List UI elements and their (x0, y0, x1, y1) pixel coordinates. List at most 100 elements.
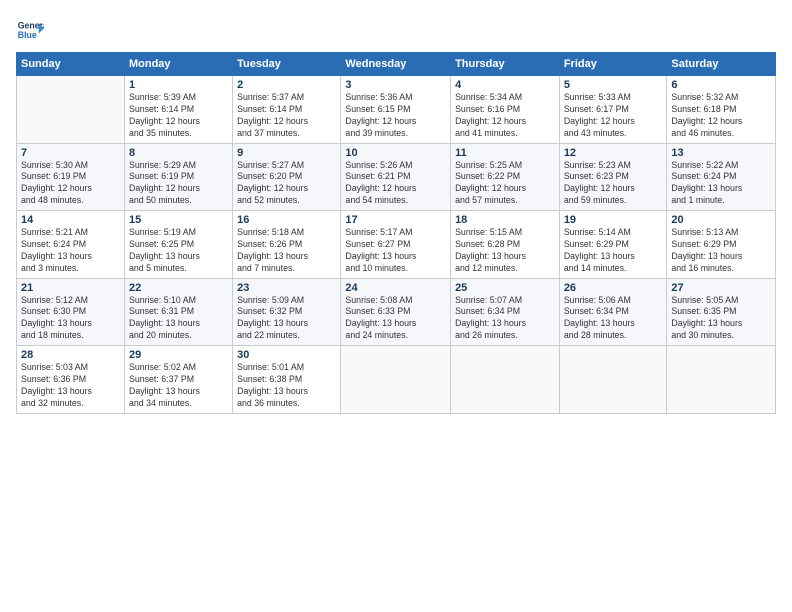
day-number: 16 (237, 214, 336, 226)
day-number: 18 (455, 214, 555, 226)
calendar-cell: 2Sunrise: 5:37 AM Sunset: 6:14 PM Daylig… (233, 76, 341, 144)
day-number: 9 (237, 147, 336, 159)
day-number: 6 (671, 79, 771, 91)
calendar-cell (559, 346, 667, 414)
calendar-week-2: 7Sunrise: 5:30 AM Sunset: 6:19 PM Daylig… (17, 143, 776, 211)
day-number: 2 (237, 79, 336, 91)
logo: General Blue (16, 16, 48, 44)
calendar-week-5: 28Sunrise: 5:03 AM Sunset: 6:36 PM Dayli… (17, 346, 776, 414)
day-number: 28 (21, 349, 120, 361)
day-number: 27 (671, 282, 771, 294)
calendar-table: SundayMondayTuesdayWednesdayThursdayFrid… (16, 52, 776, 414)
calendar-cell: 19Sunrise: 5:14 AM Sunset: 6:29 PM Dayli… (559, 211, 667, 279)
day-info: Sunrise: 5:21 AM Sunset: 6:24 PM Dayligh… (21, 227, 120, 275)
day-info: Sunrise: 5:13 AM Sunset: 6:29 PM Dayligh… (671, 227, 771, 275)
calendar-header-tuesday: Tuesday (233, 53, 341, 76)
day-info: Sunrise: 5:12 AM Sunset: 6:30 PM Dayligh… (21, 295, 120, 343)
calendar-cell: 24Sunrise: 5:08 AM Sunset: 6:33 PM Dayli… (341, 278, 451, 346)
day-number: 20 (671, 214, 771, 226)
day-number: 21 (21, 282, 120, 294)
calendar-cell: 1Sunrise: 5:39 AM Sunset: 6:14 PM Daylig… (124, 76, 232, 144)
calendar-cell (341, 346, 451, 414)
calendar-cell: 17Sunrise: 5:17 AM Sunset: 6:27 PM Dayli… (341, 211, 451, 279)
calendar-header-wednesday: Wednesday (341, 53, 451, 76)
day-number: 8 (129, 147, 228, 159)
calendar-week-3: 14Sunrise: 5:21 AM Sunset: 6:24 PM Dayli… (17, 211, 776, 279)
day-number: 4 (455, 79, 555, 91)
calendar-cell: 3Sunrise: 5:36 AM Sunset: 6:15 PM Daylig… (341, 76, 451, 144)
day-info: Sunrise: 5:17 AM Sunset: 6:27 PM Dayligh… (345, 227, 446, 275)
calendar-cell: 22Sunrise: 5:10 AM Sunset: 6:31 PM Dayli… (124, 278, 232, 346)
calendar-cell: 10Sunrise: 5:26 AM Sunset: 6:21 PM Dayli… (341, 143, 451, 211)
day-number: 5 (564, 79, 663, 91)
calendar-header-sunday: Sunday (17, 53, 125, 76)
day-info: Sunrise: 5:29 AM Sunset: 6:19 PM Dayligh… (129, 160, 228, 208)
calendar-cell: 29Sunrise: 5:02 AM Sunset: 6:37 PM Dayli… (124, 346, 232, 414)
day-number: 15 (129, 214, 228, 226)
calendar-cell: 11Sunrise: 5:25 AM Sunset: 6:22 PM Dayli… (451, 143, 560, 211)
calendar-cell: 8Sunrise: 5:29 AM Sunset: 6:19 PM Daylig… (124, 143, 232, 211)
calendar-cell: 25Sunrise: 5:07 AM Sunset: 6:34 PM Dayli… (451, 278, 560, 346)
page-header: General Blue (16, 16, 776, 44)
calendar-cell (667, 346, 776, 414)
day-info: Sunrise: 5:37 AM Sunset: 6:14 PM Dayligh… (237, 92, 336, 140)
day-info: Sunrise: 5:18 AM Sunset: 6:26 PM Dayligh… (237, 227, 336, 275)
day-number: 13 (671, 147, 771, 159)
day-info: Sunrise: 5:07 AM Sunset: 6:34 PM Dayligh… (455, 295, 555, 343)
day-info: Sunrise: 5:36 AM Sunset: 6:15 PM Dayligh… (345, 92, 446, 140)
calendar-header-monday: Monday (124, 53, 232, 76)
day-info: Sunrise: 5:14 AM Sunset: 6:29 PM Dayligh… (564, 227, 663, 275)
day-number: 30 (237, 349, 336, 361)
day-info: Sunrise: 5:02 AM Sunset: 6:37 PM Dayligh… (129, 362, 228, 410)
calendar-cell: 26Sunrise: 5:06 AM Sunset: 6:34 PM Dayli… (559, 278, 667, 346)
day-info: Sunrise: 5:08 AM Sunset: 6:33 PM Dayligh… (345, 295, 446, 343)
day-info: Sunrise: 5:25 AM Sunset: 6:22 PM Dayligh… (455, 160, 555, 208)
day-info: Sunrise: 5:23 AM Sunset: 6:23 PM Dayligh… (564, 160, 663, 208)
calendar-cell (17, 76, 125, 144)
day-number: 26 (564, 282, 663, 294)
calendar-header-saturday: Saturday (667, 53, 776, 76)
day-number: 19 (564, 214, 663, 226)
day-info: Sunrise: 5:33 AM Sunset: 6:17 PM Dayligh… (564, 92, 663, 140)
calendar-week-4: 21Sunrise: 5:12 AM Sunset: 6:30 PM Dayli… (17, 278, 776, 346)
day-number: 24 (345, 282, 446, 294)
day-info: Sunrise: 5:39 AM Sunset: 6:14 PM Dayligh… (129, 92, 228, 140)
day-info: Sunrise: 5:19 AM Sunset: 6:25 PM Dayligh… (129, 227, 228, 275)
day-info: Sunrise: 5:10 AM Sunset: 6:31 PM Dayligh… (129, 295, 228, 343)
day-number: 11 (455, 147, 555, 159)
day-info: Sunrise: 5:09 AM Sunset: 6:32 PM Dayligh… (237, 295, 336, 343)
day-info: Sunrise: 5:15 AM Sunset: 6:28 PM Dayligh… (455, 227, 555, 275)
day-number: 14 (21, 214, 120, 226)
day-number: 3 (345, 79, 446, 91)
calendar-cell: 27Sunrise: 5:05 AM Sunset: 6:35 PM Dayli… (667, 278, 776, 346)
day-info: Sunrise: 5:05 AM Sunset: 6:35 PM Dayligh… (671, 295, 771, 343)
calendar-cell: 12Sunrise: 5:23 AM Sunset: 6:23 PM Dayli… (559, 143, 667, 211)
day-number: 25 (455, 282, 555, 294)
calendar-cell: 4Sunrise: 5:34 AM Sunset: 6:16 PM Daylig… (451, 76, 560, 144)
calendar-cell: 13Sunrise: 5:22 AM Sunset: 6:24 PM Dayli… (667, 143, 776, 211)
calendar-cell: 28Sunrise: 5:03 AM Sunset: 6:36 PM Dayli… (17, 346, 125, 414)
calendar-cell: 30Sunrise: 5:01 AM Sunset: 6:38 PM Dayli… (233, 346, 341, 414)
day-info: Sunrise: 5:27 AM Sunset: 6:20 PM Dayligh… (237, 160, 336, 208)
calendar-cell: 9Sunrise: 5:27 AM Sunset: 6:20 PM Daylig… (233, 143, 341, 211)
calendar-cell: 23Sunrise: 5:09 AM Sunset: 6:32 PM Dayli… (233, 278, 341, 346)
day-number: 23 (237, 282, 336, 294)
day-number: 12 (564, 147, 663, 159)
calendar-header-thursday: Thursday (451, 53, 560, 76)
calendar-cell: 18Sunrise: 5:15 AM Sunset: 6:28 PM Dayli… (451, 211, 560, 279)
day-number: 10 (345, 147, 446, 159)
calendar-week-1: 1Sunrise: 5:39 AM Sunset: 6:14 PM Daylig… (17, 76, 776, 144)
day-info: Sunrise: 5:26 AM Sunset: 6:21 PM Dayligh… (345, 160, 446, 208)
svg-text:Blue: Blue (18, 30, 37, 40)
calendar-cell: 6Sunrise: 5:32 AM Sunset: 6:18 PM Daylig… (667, 76, 776, 144)
logo-icon: General Blue (16, 16, 44, 44)
calendar-cell: 20Sunrise: 5:13 AM Sunset: 6:29 PM Dayli… (667, 211, 776, 279)
day-info: Sunrise: 5:01 AM Sunset: 6:38 PM Dayligh… (237, 362, 336, 410)
calendar-cell: 16Sunrise: 5:18 AM Sunset: 6:26 PM Dayli… (233, 211, 341, 279)
calendar-cell: 7Sunrise: 5:30 AM Sunset: 6:19 PM Daylig… (17, 143, 125, 211)
day-info: Sunrise: 5:03 AM Sunset: 6:36 PM Dayligh… (21, 362, 120, 410)
calendar-header-friday: Friday (559, 53, 667, 76)
day-info: Sunrise: 5:34 AM Sunset: 6:16 PM Dayligh… (455, 92, 555, 140)
day-info: Sunrise: 5:22 AM Sunset: 6:24 PM Dayligh… (671, 160, 771, 208)
day-number: 22 (129, 282, 228, 294)
